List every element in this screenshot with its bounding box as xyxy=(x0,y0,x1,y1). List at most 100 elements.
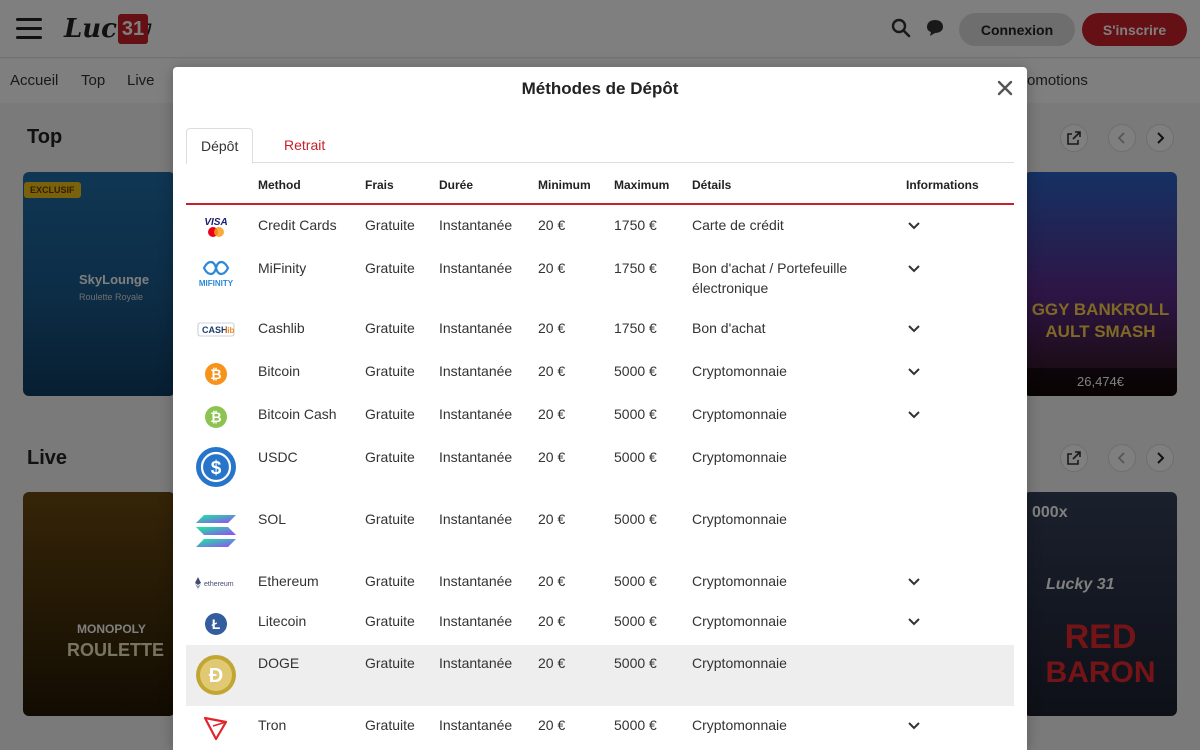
maximum: 5000 € xyxy=(614,363,657,379)
fee: Gratuite xyxy=(365,363,415,379)
tab-retrait[interactable]: Retrait xyxy=(270,128,339,164)
chevron-down-icon[interactable] xyxy=(906,574,922,590)
tron-icon xyxy=(194,714,238,742)
column-header-duree: Durée xyxy=(439,178,474,192)
chevron-down-icon[interactable] xyxy=(906,407,922,423)
usdc-icon: $ xyxy=(194,445,238,489)
table-row: VISA Credit Cards Gratuite Instantanée 2… xyxy=(186,207,1014,247)
duration: Instantanée xyxy=(439,655,513,671)
minimum: 20 € xyxy=(538,320,566,336)
minimum: 20 € xyxy=(538,613,566,629)
column-header-frais: Frais xyxy=(365,178,394,192)
dogecoin-icon: Ð xyxy=(194,653,238,697)
minimum: 20 € xyxy=(538,217,566,233)
duration: Instantanée xyxy=(439,449,513,465)
fee: Gratuite xyxy=(365,573,415,589)
svg-text:MIFINITY: MIFINITY xyxy=(199,279,234,288)
maximum: 5000 € xyxy=(614,449,657,465)
svg-text:Ł: Ł xyxy=(212,616,221,632)
method-name: Litecoin xyxy=(258,613,307,629)
bitcoin-icon: ₿ xyxy=(194,361,238,387)
minimum: 20 € xyxy=(538,655,566,671)
tab-depot[interactable]: Dépôt xyxy=(186,128,254,164)
details: Bon d'achat xyxy=(692,320,766,336)
ethereum-icon: ethereum xyxy=(194,573,238,593)
chevron-down-icon[interactable] xyxy=(906,261,922,277)
chevron-down-icon[interactable] xyxy=(906,364,922,380)
bitcoin-cash-icon: ₿ xyxy=(194,404,238,430)
duration: Instantanée xyxy=(439,260,513,276)
details: Cryptomonnaie xyxy=(692,406,787,422)
maximum: 5000 € xyxy=(614,717,657,733)
minimum: 20 € xyxy=(538,406,566,422)
minimum: 20 € xyxy=(538,717,566,733)
fee: Gratuite xyxy=(365,613,415,629)
method-name: Tron xyxy=(258,717,287,733)
details: Carte de crédit xyxy=(692,217,784,233)
litecoin-icon: Ł xyxy=(194,611,238,637)
svg-text:ethereum: ethereum xyxy=(204,581,234,588)
fee: Gratuite xyxy=(365,511,415,527)
minimum: 20 € xyxy=(538,511,566,527)
duration: Instantanée xyxy=(439,406,513,422)
method-name: SOL xyxy=(258,511,287,527)
method-name: Ethereum xyxy=(258,573,319,589)
column-header-details: Détails xyxy=(692,178,732,192)
svg-text:₿: ₿ xyxy=(210,366,221,382)
chevron-down-icon[interactable] xyxy=(906,321,922,337)
table-row: ₿ Bitcoin Gratuite Instantanée 20 € 5000… xyxy=(186,353,1014,393)
chevron-down-icon[interactable] xyxy=(906,218,922,234)
method-name: Bitcoin xyxy=(258,363,301,379)
cashlib-icon: CASH lib xyxy=(194,318,238,342)
method-name: Cashlib xyxy=(258,320,305,336)
maximum: 5000 € xyxy=(614,406,657,422)
fee: Gratuite xyxy=(365,717,415,733)
details: Cryptomonnaie xyxy=(692,363,787,379)
duration: Instantanée xyxy=(439,511,513,527)
table-row: ethereum Ethereum Gratuite Instantanée 2… xyxy=(186,563,1014,603)
details: Bon d'achat / Portefeuille électronique xyxy=(692,260,848,296)
minimum: 20 € xyxy=(538,449,566,465)
fee: Gratuite xyxy=(365,449,415,465)
column-header-informations: Informations xyxy=(906,178,979,192)
details: Cryptomonnaie xyxy=(692,717,787,733)
details: Cryptomonnaie xyxy=(692,449,787,465)
method-name: DOGE xyxy=(258,655,300,671)
table-row: Ł Litecoin Gratuite Instantanée 20 € 500… xyxy=(186,603,1014,643)
column-header-maximum: Maximum xyxy=(614,178,670,192)
maximum: 5000 € xyxy=(614,573,657,589)
table-row: ₿ Bitcoin Cash Gratuite Instantanée 20 €… xyxy=(186,396,1014,436)
duration: Instantanée xyxy=(439,613,513,629)
mifinity-icon: MIFINITY xyxy=(194,256,238,290)
duration: Instantanée xyxy=(439,217,513,233)
solana-icon xyxy=(194,511,238,551)
fee: Gratuite xyxy=(365,406,415,422)
duration: Instantanée xyxy=(439,573,513,589)
table-row: MIFINITY MiFinity Gratuite Instantanée 2… xyxy=(186,250,1014,308)
visa-mastercard-icon: VISA xyxy=(194,214,238,240)
modal-title: Méthodes de Dépôt xyxy=(521,79,679,98)
method-name: Credit Cards xyxy=(258,217,337,233)
svg-text:$: $ xyxy=(211,458,222,479)
chevron-down-icon[interactable] xyxy=(906,718,922,734)
details: Cryptomonnaie xyxy=(692,573,787,589)
method-name: Bitcoin Cash xyxy=(258,406,337,422)
fee: Gratuite xyxy=(365,217,415,233)
minimum: 20 € xyxy=(538,260,566,276)
svg-text:Ð: Ð xyxy=(209,665,223,687)
svg-text:VISA: VISA xyxy=(204,217,227,228)
fee: Gratuite xyxy=(365,320,415,336)
duration: Instantanée xyxy=(439,717,513,733)
table-row: SOL Gratuite Instantanée 20 € 5000 € Cry… xyxy=(186,501,1014,561)
fee: Gratuite xyxy=(365,655,415,671)
maximum: 5000 € xyxy=(614,655,657,671)
maximum: 1750 € xyxy=(614,217,657,233)
maximum: 5000 € xyxy=(614,511,657,527)
table-row: $ USDC Gratuite Instantanée 20 € 5000 € … xyxy=(186,439,1014,499)
minimum: 20 € xyxy=(538,363,566,379)
details: Cryptomonnaie xyxy=(692,511,787,527)
svg-text:₿: ₿ xyxy=(210,409,221,425)
fee: Gratuite xyxy=(365,260,415,276)
close-icon[interactable] xyxy=(995,78,1015,98)
chevron-down-icon[interactable] xyxy=(906,614,922,630)
